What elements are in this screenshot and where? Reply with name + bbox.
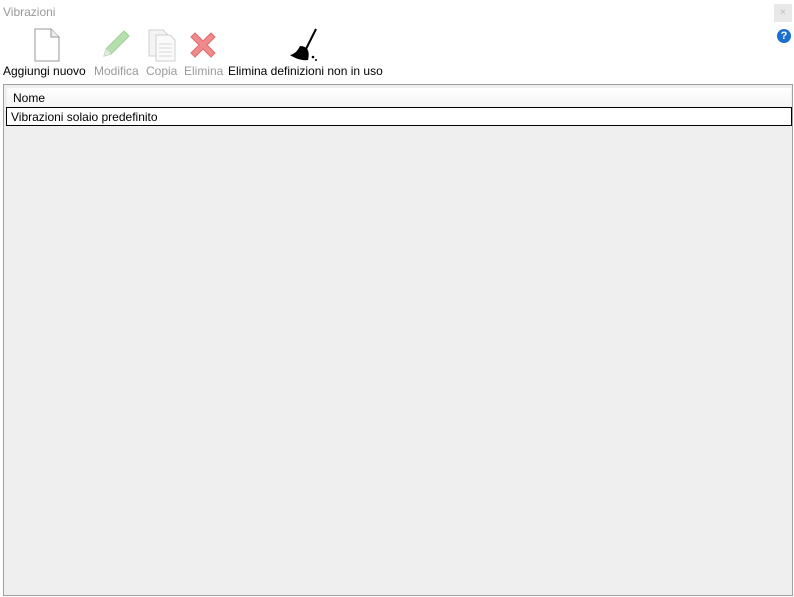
copy-button[interactable]: Copia: [144, 26, 180, 82]
copy-label: Copia: [146, 64, 178, 78]
broom-icon: [290, 28, 317, 61]
copy-icon: [148, 29, 176, 62]
toolbar: Aggiungi nuovo Modifica Copia Elimina El…: [0, 26, 794, 82]
definitions-grid[interactable]: Nome Vibrazioni solaio predefinito: [3, 84, 793, 596]
purge-unused-button[interactable]: Elimina definizioni non in uso: [228, 26, 388, 82]
delete-label: Elimina: [184, 64, 224, 78]
edit-button[interactable]: Modifica: [92, 26, 142, 82]
column-header-name[interactable]: Nome: [7, 88, 791, 108]
row-name-cell: Vibrazioni solaio predefinito: [11, 110, 158, 124]
add-new-button[interactable]: Aggiungi nuovo: [0, 26, 90, 82]
new-document-icon: [34, 28, 60, 62]
column-header-label: Nome: [13, 91, 46, 105]
purge-unused-label: Elimina definizioni non in uso: [228, 64, 383, 78]
pencil-icon: [103, 30, 130, 57]
vibrazioni-window: Vibrazioni × ? Aggiungi nuovo Modifica C…: [0, 0, 794, 597]
delete-x-icon: [190, 32, 216, 58]
close-button[interactable]: ×: [774, 4, 792, 22]
edit-label: Modifica: [94, 64, 139, 78]
add-new-label: Aggiungi nuovo: [3, 64, 86, 78]
window-title: Vibrazioni: [3, 5, 56, 19]
table-row[interactable]: Vibrazioni solaio predefinito: [6, 107, 792, 126]
delete-button[interactable]: Elimina: [182, 26, 226, 82]
